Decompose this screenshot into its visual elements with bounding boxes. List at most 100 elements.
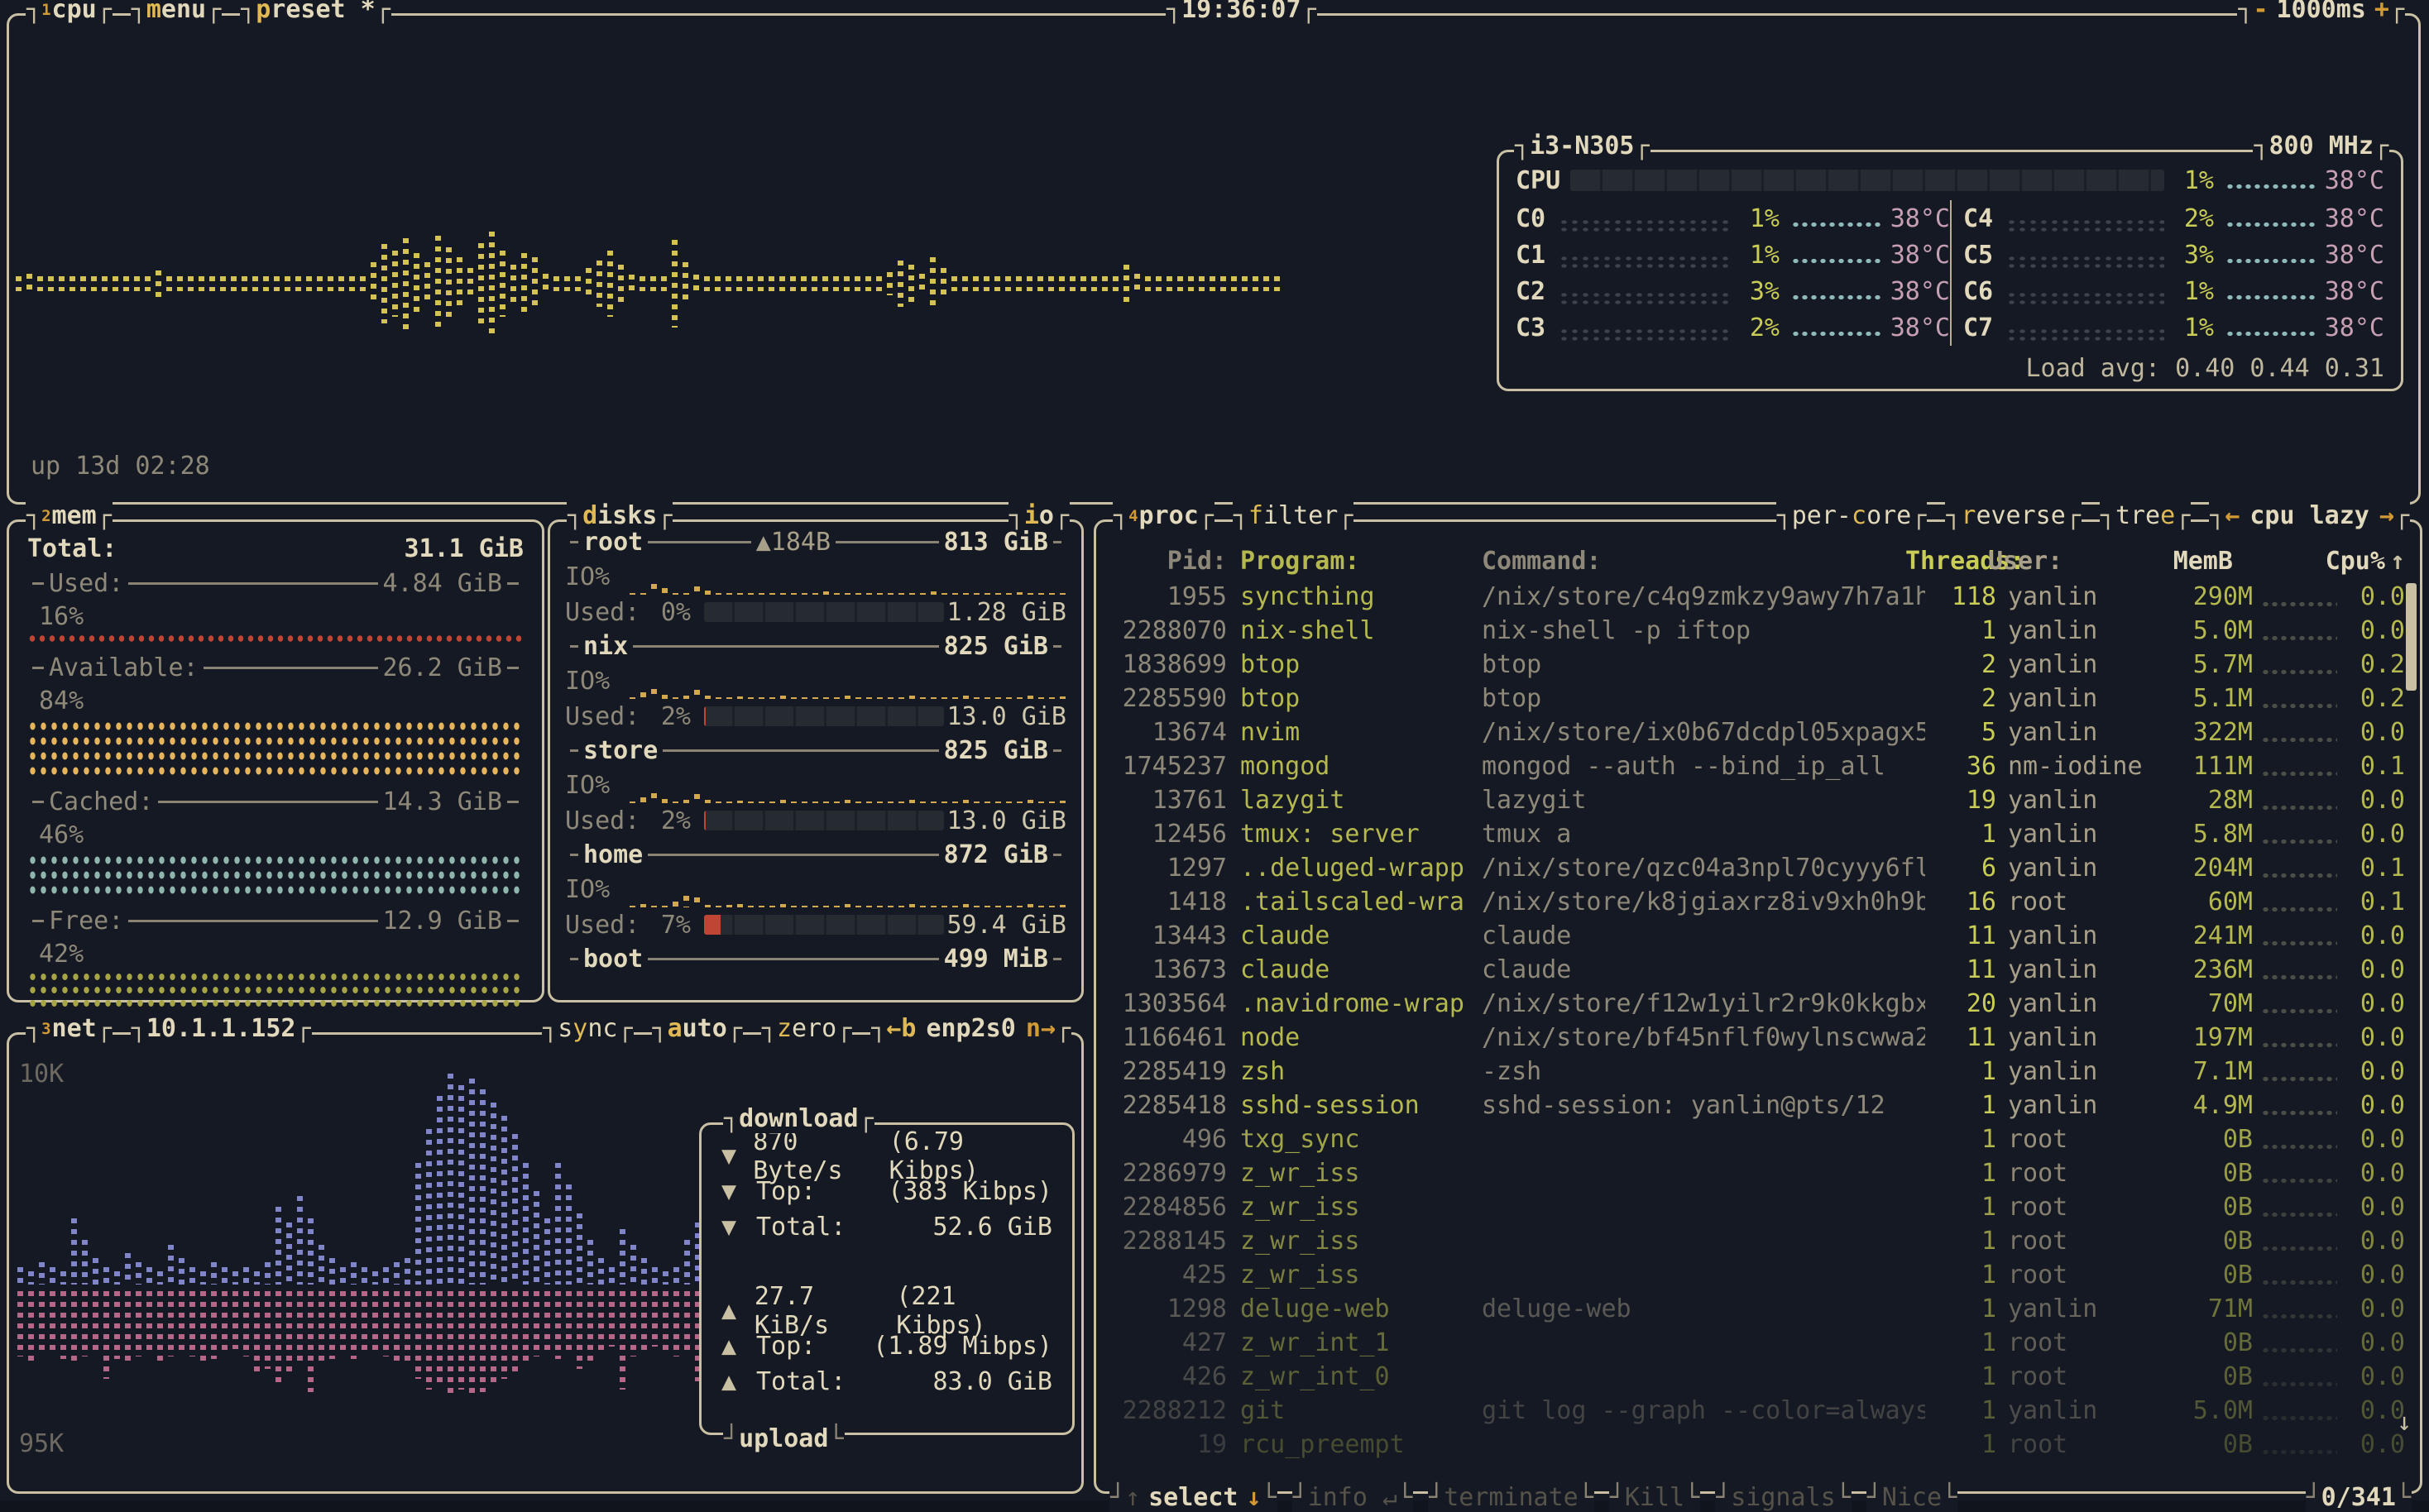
process-user: yanlin	[2008, 1396, 2170, 1425]
scroll-down-icon[interactable]: ↓	[2397, 1408, 2412, 1437]
cpu-usage-graph	[16, 211, 1296, 356]
process-cpu: 0.0	[2342, 1430, 2405, 1459]
process-row[interactable]: 2288070 nix-shell nix-shell -p iftop 1 y…	[1111, 614, 2405, 648]
footer-button-nice[interactable]: Nice	[1866, 1483, 1957, 1512]
col-cpu[interactable]: Cpu%	[2322, 547, 2385, 576]
select-up-icon[interactable]: ↑	[1125, 1483, 1140, 1512]
process-command: nix-shell -p iftop	[1482, 616, 1925, 645]
iface-prev-button[interactable]: ←b	[886, 1014, 916, 1043]
net-info-label: 27.7 KiB/s	[755, 1282, 896, 1340]
interval-increase-button[interactable]: +	[2374, 0, 2389, 24]
process-row[interactable]: 2285419 zsh -zsh 1 yanlin 7.1M 0.0	[1111, 1055, 2405, 1089]
net-auto-button[interactable]: auto	[652, 1014, 743, 1043]
tree-button[interactable]: tree	[2100, 501, 2191, 530]
mem-stat-label: Available:	[49, 653, 199, 682]
core-history-graph	[1559, 293, 1730, 306]
process-row[interactable]: 1166461 node /nix/store/bf45nflf0wylnscw…	[1111, 1021, 2405, 1055]
process-pid: 2288212	[1111, 1396, 1227, 1425]
sort-direction-icon[interactable]: ↑	[2390, 547, 2405, 576]
process-row[interactable]: 12456 tmux: server tmux a 1 yanlin 5.8M …	[1111, 817, 2405, 851]
core-label: C1	[1516, 241, 1559, 270]
process-user: root	[2008, 1430, 2170, 1459]
core-label: C5	[1963, 241, 2006, 270]
process-row[interactable]: 1838699 btop btop 2 yanlin 5.7M 0.2	[1111, 648, 2405, 682]
iface-next-button[interactable]: n→	[1026, 1014, 1056, 1043]
process-name: node	[1240, 1023, 1482, 1052]
process-threads: 1	[1925, 1159, 1996, 1188]
disk-size: 872 GiB	[944, 840, 1048, 869]
tab-mem[interactable]: 2mem	[26, 501, 113, 530]
process-row[interactable]: 425 z_wr_iss 1 root 0B 0.0	[1111, 1258, 2405, 1292]
process-row[interactable]: 426 z_wr_int_0 1 root 0B 0.0	[1111, 1360, 2405, 1394]
process-row[interactable]: 1298 deluge-web deluge-web 1 yanlin 71M …	[1111, 1292, 2405, 1326]
process-cpu: 0.0	[2342, 921, 2405, 950]
process-row[interactable]: 13674 nvim /nix/store/ix0b67dcdpl05xpagx…	[1111, 715, 2405, 749]
process-row[interactable]: 19 rcu_preempt 1 root 0B 0.0	[1111, 1428, 2405, 1462]
col-user[interactable]: User:	[1988, 547, 2150, 576]
disks-title[interactable]: disks	[567, 501, 673, 530]
process-threads: 1	[1925, 1057, 1996, 1086]
process-mem: 70M	[2170, 989, 2253, 1018]
sort-prev-button[interactable]: ←	[2225, 501, 2240, 530]
col-program[interactable]: Program:	[1240, 547, 1482, 576]
col-threads[interactable]: Threads:	[1905, 547, 1976, 576]
process-row[interactable]: 1418 .tailscaled-wra /nix/store/k8jgiaxr…	[1111, 885, 2405, 919]
net-interface-switcher[interactable]: ←benp2s0n→	[870, 1014, 1071, 1043]
network-panel: 3net 10.1.1.152 sync auto zero ←benp2s0n…	[7, 1032, 1084, 1494]
process-row[interactable]: 1745237 mongod mongod --auth --bind_ip_a…	[1111, 749, 2405, 783]
col-mem[interactable]: MemB	[2150, 547, 2233, 576]
process-row[interactable]: 2285418 sshd-session sshd-session: yanli…	[1111, 1089, 2405, 1122]
process-threads: 1	[1925, 616, 1996, 645]
process-row[interactable]: 1297 ..deluged-wrapp /nix/store/qzc04a3n…	[1111, 851, 2405, 885]
reverse-button[interactable]: reverse	[1945, 501, 2082, 530]
update-interval-control[interactable]: -1000ms+	[2237, 0, 2405, 24]
process-row[interactable]: 2288145 z_wr_iss 1 root 0B 0.0	[1111, 1224, 2405, 1258]
process-row[interactable]: 13761 lazygit lazygit 19 yanlin 28M 0.0	[1111, 783, 2405, 817]
tab-net[interactable]: 3net	[26, 1014, 113, 1043]
menu-button[interactable]: menu	[131, 0, 222, 24]
disk-io-graph	[630, 558, 1066, 595]
process-cpu: 0.2	[2342, 684, 2405, 713]
process-row[interactable]: 496 txg_sync 1 root 0B 0.0	[1111, 1122, 2405, 1156]
footer-button-kill[interactable]: Kill	[1609, 1483, 1700, 1512]
process-row[interactable]: 13443 claude claude 11 yanlin 241M 0.0	[1111, 919, 2405, 953]
filter-button[interactable]: filter	[1233, 501, 1354, 530]
col-pid[interactable]: Pid:	[1111, 547, 1227, 576]
process-cpu: 0.0	[2342, 1125, 2405, 1154]
sort-next-button[interactable]: →	[2379, 501, 2394, 530]
process-row[interactable]: 1303564 .navidrome-wrap /nix/store/f12w1…	[1111, 987, 2405, 1021]
col-command[interactable]: Command:	[1482, 547, 1905, 576]
footer-button-info[interactable]: info ↵	[1292, 1483, 1414, 1512]
process-scrollbar-thumb[interactable]	[2406, 583, 2417, 691]
process-row[interactable]: 1955 syncthing /nix/store/c4q9zmkzy9awy7…	[1111, 580, 2405, 614]
process-row[interactable]: 2284856 z_wr_iss 1 root 0B 0.0	[1111, 1190, 2405, 1224]
net-zero-button[interactable]: zero	[761, 1014, 852, 1043]
process-row[interactable]: 2285590 btop btop 2 yanlin 5.1M 0.2	[1111, 682, 2405, 715]
process-user: yanlin	[2008, 989, 2170, 1018]
select-control[interactable]: ↑select↓	[1109, 1483, 1277, 1512]
sort-selector[interactable]: ←cpu lazy→	[2209, 501, 2410, 530]
process-row[interactable]: 2286979 z_wr_iss 1 root 0B 0.0	[1111, 1156, 2405, 1190]
footer-button-signals[interactable]: signals	[1715, 1483, 1852, 1512]
process-mem: 0B	[2170, 1125, 2253, 1154]
footer-button-terminate[interactable]: terminate	[1428, 1483, 1594, 1512]
net-scale-top: 10K	[19, 1060, 64, 1089]
net-sync-button[interactable]: sync	[542, 1014, 633, 1043]
process-mem: 7.1M	[2170, 1057, 2253, 1086]
preset-button[interactable]: preset *	[240, 0, 391, 24]
process-mem-graph	[2261, 1177, 2337, 1184]
per-core-button[interactable]: per-core	[1776, 501, 1928, 530]
core-row: C5 3% 38°C	[1963, 237, 2384, 273]
io-mode-button[interactable]: io	[1008, 501, 1070, 530]
process-mem: 0B	[2170, 1328, 2253, 1357]
select-down-icon[interactable]: ↓	[1247, 1483, 1262, 1512]
interval-decrease-button[interactable]: -	[2253, 0, 2268, 24]
process-row[interactable]: 13673 claude claude 11 yanlin 236M 0.0	[1111, 953, 2405, 987]
tab-proc[interactable]: 4proc	[1113, 501, 1214, 530]
clock: 19:36:07	[1166, 0, 1317, 24]
process-row[interactable]: 2288212 git git log --graph --color=alwa…	[1111, 1394, 2405, 1428]
process-name: lazygit	[1240, 786, 1482, 815]
process-row[interactable]: 427 z_wr_int_1 1 root 0B 0.0	[1111, 1326, 2405, 1360]
process-mem-graph	[2261, 770, 2337, 778]
tab-cpu[interactable]: 1cpu	[26, 0, 113, 24]
